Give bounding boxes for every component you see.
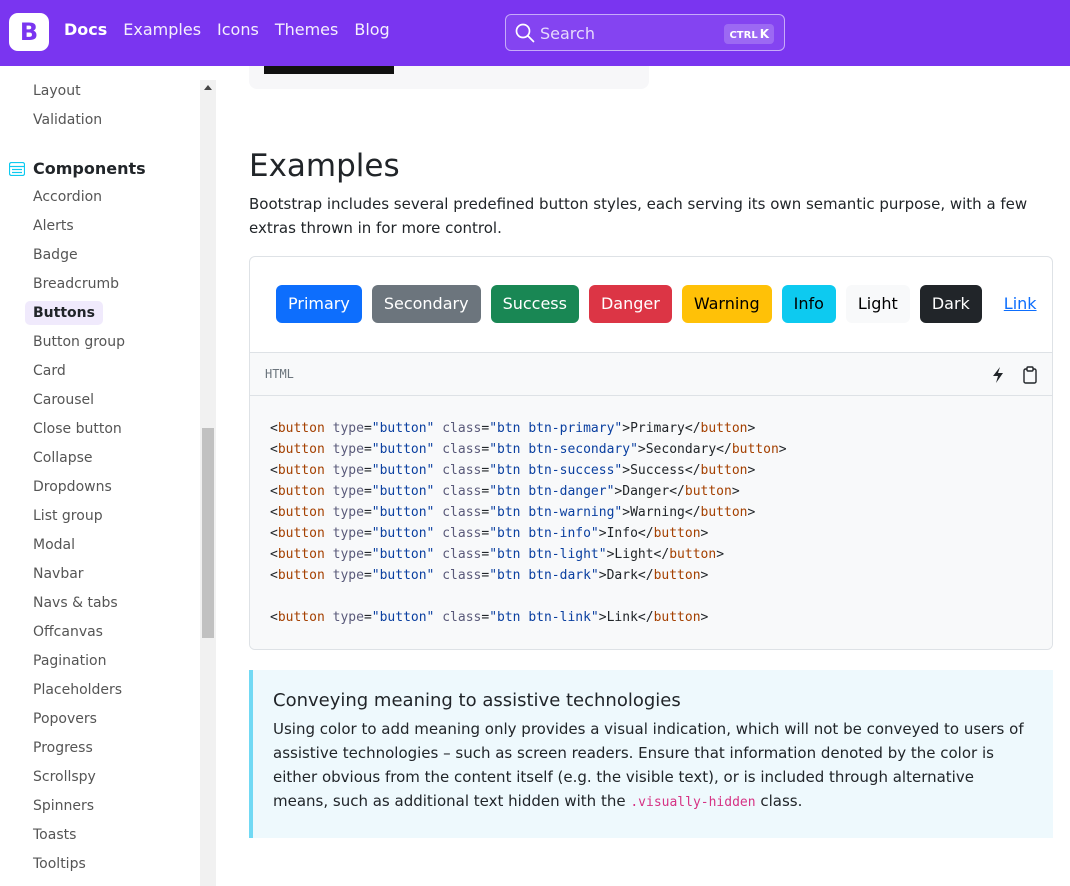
example-box: Primary Secondary Success Danger Warning Info… [249,256,1053,650]
info-button[interactable]: Info [781,285,836,323]
search-input[interactable]: Search CTRL K [505,14,785,51]
sidebar-item-tooltips[interactable]: Tooltips [33,856,86,872]
sidebar-item-progress[interactable]: Progress [33,740,93,756]
sidebar-item-navbar[interactable]: Navbar [33,566,84,582]
kbd-key: K [759,27,769,41]
nav-link-themes[interactable]: Themes [275,20,339,39]
search-icon [515,23,535,43]
code-language-label: HTML [265,367,294,381]
code-line-warning: <button type="button" class="btn btn-war… [270,505,756,520]
scrollbar-thumb[interactable] [202,428,214,638]
sidebar-section-components: Components [9,159,146,178]
callout-body: Using color to add meaning only provides… [273,717,1033,815]
sidebar-item-collapse[interactable]: Collapse [33,450,93,466]
intro-text: Bootstrap includes several predefined bu… [249,195,1028,237]
nav-link-blog[interactable]: Blog [354,20,389,39]
light-button[interactable]: Light [845,285,910,323]
sidebar-item-dropdowns[interactable]: Dropdowns [33,479,112,495]
section-title: Components [33,159,146,178]
secondary-button[interactable]: Secondary [371,285,481,323]
sidebar-item-card[interactable]: Card [33,363,66,379]
sidebar-item-carousel[interactable]: Carousel [33,392,94,408]
clipboard-icon[interactable] [1022,366,1038,384]
search-shortcut: CTRL K [724,24,774,44]
sidebar-item-toasts[interactable]: Toasts [33,827,76,843]
kbd-ctrl: CTRL [729,30,758,41]
lightning-icon[interactable] [990,366,1006,384]
info-callout: Conveying meaning to assistive technolog… [249,670,1053,838]
sidebar-item-badge[interactable]: Badge [33,247,78,263]
code-line-primary: <button type="button" class="btn btn-pri… [270,421,756,436]
sidebar-item-button-group[interactable]: Button group [33,334,125,350]
bootstrap-logo[interactable]: B [9,13,49,51]
callout-title: Conveying meaning to assistive technolog… [273,690,681,711]
code-line-danger: <button type="button" class="btn btn-dan… [270,484,740,499]
sidebar-item-popovers[interactable]: Popovers [33,711,97,727]
top-navbar: B Docs Examples Icons Themes Blog Search CTR… [0,0,1070,66]
components-icon [9,161,25,176]
sidebar-item-accordion[interactable]: Accordion [33,189,102,205]
sidebar-item-modal[interactable]: Modal [33,537,75,553]
sidebar-item-navs-tabs[interactable]: Navs & tabs [33,595,118,611]
logo-letter: B [19,18,39,46]
sidebar-item-alerts[interactable]: Alerts [33,218,74,234]
sidebar-item-breadcrumb[interactable]: Breadcrumb [33,276,119,292]
code-header: HTML [250,352,1052,396]
callout-text-end: class. [755,792,803,810]
warning-button[interactable]: Warning [681,285,772,323]
code-line-dark: <button type="button" class="btn btn-dar… [270,568,709,583]
code-line-light: <button type="button" class="btn btn-lig… [270,547,725,562]
success-button[interactable]: Success [490,285,579,323]
primary-button[interactable]: Primary [276,285,362,323]
callout-code: .visually-hidden [630,795,756,810]
sidebar-item-close-button[interactable]: Close button [33,421,122,437]
main-content: Examples Bootstrap includes several pred… [216,46,1070,886]
sidebar-item-validation[interactable]: Validation [33,112,102,128]
sidebar: Layout Validation Components Accordion Ale… [0,66,216,886]
nav-links: Docs Examples Icons Themes Blog [64,20,390,39]
code-line-success: <button type="button" class="btn btn-suc… [270,463,756,478]
sidebar-item-pagination[interactable]: Pagination [33,653,106,669]
danger-button[interactable]: Danger [588,285,672,323]
code-line-link: <button type="button" class="btn btn-lin… [270,610,709,625]
nav-link-docs[interactable]: Docs [64,20,107,39]
nav-link-icons[interactable]: Icons [217,20,259,39]
page-title: Examples [249,148,400,184]
search-placeholder: Search [540,24,595,43]
button-row: Primary Secondary Success Danger Warning Info… [276,285,1049,323]
sidebar-item-offcanvas[interactable]: Offcanvas [33,624,103,640]
sidebar-item-spinners[interactable]: Spinners [33,798,94,814]
dark-button[interactable]: Dark [919,285,982,323]
sidebar-item-placeholders[interactable]: Placeholders [33,682,122,698]
code-block: <button type="button" class="btn btn-pri… [250,396,1052,649]
link-button[interactable]: Link [992,285,1049,323]
code-line-info: <button type="button" class="btn btn-inf… [270,526,709,541]
sidebar-item-scrollspy[interactable]: Scrollspy [33,769,96,785]
sidebar-item-list-group[interactable]: List group [33,508,103,524]
sidebar-item-layout[interactable]: Layout [33,83,81,99]
scroll-up-arrow-icon[interactable] [204,85,212,90]
sidebar-item-buttons[interactable]: Buttons [25,301,103,325]
nav-link-examples[interactable]: Examples [123,20,201,39]
code-line-secondary: <button type="button" class="btn btn-sec… [270,442,787,457]
